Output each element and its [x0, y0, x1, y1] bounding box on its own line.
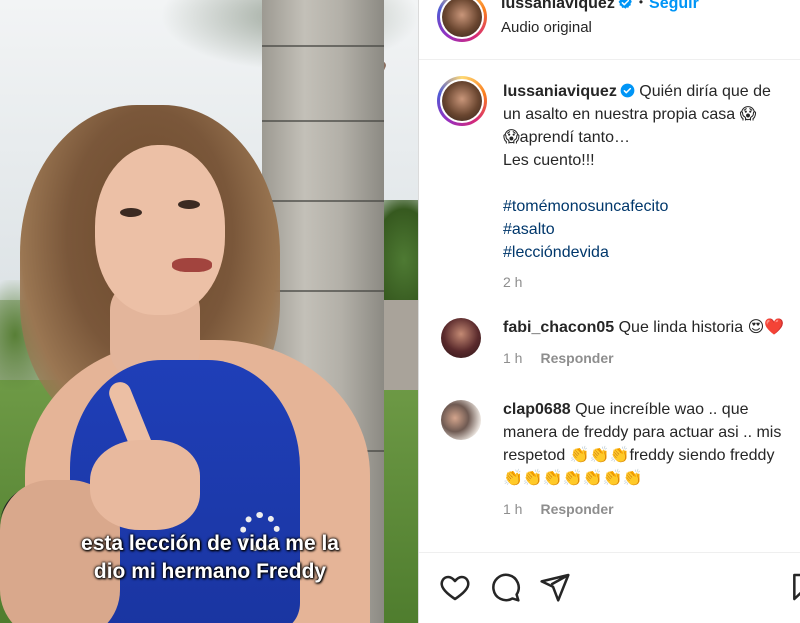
- separator-dot: •: [638, 0, 644, 9]
- comment-avatar[interactable]: [441, 400, 481, 440]
- avatar: [442, 81, 482, 121]
- comment-text-line: respetod 👏👏👏freddy siendo freddy: [503, 447, 775, 464]
- person-mouth: [172, 258, 212, 272]
- header-user-row: lussaniaviquez • Seguir: [501, 0, 699, 13]
- person-face: [95, 145, 225, 315]
- hashtag-link[interactable]: #leccióndevida: [503, 241, 800, 264]
- bookmark-icon[interactable]: [789, 571, 800, 603]
- comment-icon[interactable]: [489, 571, 521, 603]
- follow-button[interactable]: Seguir: [649, 0, 699, 12]
- heart-icon[interactable]: [439, 571, 471, 603]
- comment-avatar[interactable]: [441, 318, 481, 358]
- comment-text-line: Que increíble wao .. que: [575, 401, 749, 418]
- verified-badge-icon: [620, 83, 635, 98]
- hashtag-link[interactable]: #tomémonosuncafecito: [503, 195, 800, 218]
- post-text-line: Les cuento!!!: [503, 152, 595, 169]
- comment-username[interactable]: clap0688: [503, 401, 571, 418]
- person-hand: [90, 440, 200, 530]
- header-avatar[interactable]: [437, 0, 487, 42]
- post-username[interactable]: lussaniaviquez: [503, 83, 617, 100]
- action-bar: [419, 552, 800, 623]
- comment-text: Que linda historia 😍❤️: [618, 319, 785, 336]
- post-author-avatar[interactable]: [437, 76, 487, 126]
- audio-link[interactable]: Audio original: [501, 19, 592, 36]
- video-caption-line: dio mi hermano Freddy: [93, 560, 327, 583]
- post-timestamp[interactable]: 2 h: [503, 271, 800, 294]
- header-username[interactable]: lussaniaviquez: [501, 0, 615, 12]
- reel-video[interactable]: esta lección de vida me la dio mi herman…: [0, 0, 418, 623]
- video-wall: [380, 300, 418, 390]
- comment-username[interactable]: fabi_chacon05: [503, 319, 614, 336]
- comment-item: fabi_chacon05 Que linda historia 😍❤️ 1 h…: [503, 316, 800, 370]
- comment-text-line: manera de freddy para actuar asi .. mis: [503, 424, 782, 441]
- video-caption-line: esta lección de vida me la: [81, 532, 339, 555]
- post-header: lussaniaviquez • Seguir Audio original: [419, 0, 800, 60]
- comment-timestamp[interactable]: 1 h: [503, 350, 522, 366]
- reply-button[interactable]: Responder: [540, 350, 613, 366]
- comment-item: clap0688 Que increíble wao .. que manera…: [503, 398, 800, 521]
- trunk-wire: [262, 45, 384, 47]
- comment-text-line: 👏👏👏👏👏👏👏: [503, 470, 643, 487]
- post-caption: lussaniaviquez Quién diría que de un asa…: [503, 80, 800, 294]
- post-text-line: Quién diría que de: [639, 83, 771, 100]
- person-eye: [120, 208, 142, 217]
- post-text-line: un asalto en nuestra propia casa 😱: [503, 106, 757, 123]
- avatar: [442, 0, 482, 37]
- trunk-wire: [262, 120, 384, 122]
- trunk-wire: [262, 200, 384, 202]
- post-panel: lussaniaviquez • Seguir Audio original lus…: [418, 0, 800, 623]
- post-text-line: 😱aprendí tanto…: [503, 129, 630, 146]
- verified-badge-icon: [618, 0, 632, 9]
- person-eye: [178, 200, 200, 209]
- share-icon[interactable]: [539, 571, 571, 603]
- reply-button[interactable]: Responder: [540, 501, 613, 517]
- hashtag-link[interactable]: #asalto: [503, 218, 800, 241]
- comment-timestamp[interactable]: 1 h: [503, 501, 522, 517]
- trunk-wire: [262, 290, 384, 292]
